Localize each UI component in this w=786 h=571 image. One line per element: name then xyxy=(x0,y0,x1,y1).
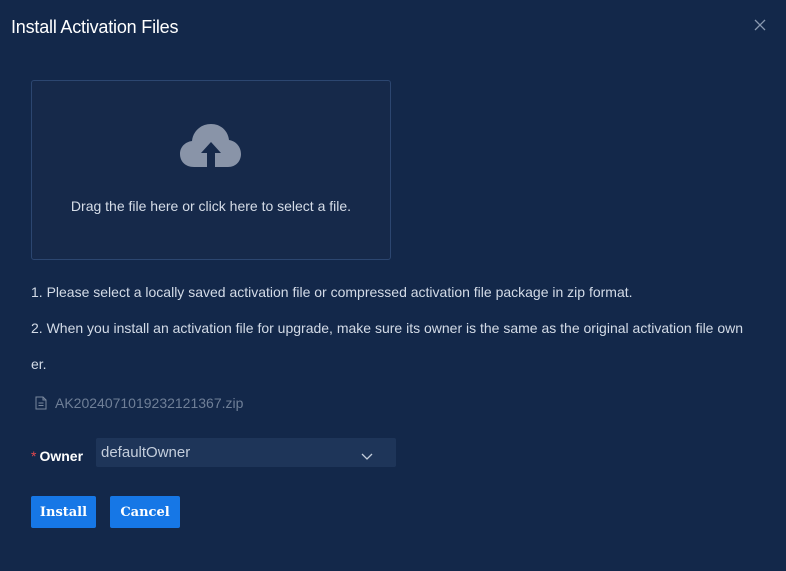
owner-label: * Owner xyxy=(31,448,83,464)
dialog-title: Install Activation Files xyxy=(11,17,179,37)
instruction-line-2: 2. When you install an activation file f… xyxy=(31,320,744,336)
file-name: AK2024071019232121367.zip xyxy=(55,395,244,411)
owner-label-text: Owner xyxy=(39,448,84,464)
dropzone-prompt: Drag the file here or click here to sele… xyxy=(70,198,352,214)
install-button[interactable]: Install xyxy=(31,496,96,528)
close-icon[interactable] xyxy=(752,17,768,33)
instruction-line-2-continued: er. xyxy=(31,356,47,372)
selected-file[interactable]: AK2024071019232121367.zip xyxy=(35,395,243,411)
owner-select[interactable]: defaultOwner xyxy=(96,438,396,467)
chevron-down-icon xyxy=(360,448,374,460)
instruction-line-1: 1. Please select a locally saved activat… xyxy=(31,284,633,300)
upload-cloud-icon xyxy=(180,123,242,171)
file-dropzone[interactable]: Drag the file here or click here to sele… xyxy=(31,80,391,260)
cancel-button[interactable]: Cancel xyxy=(110,496,180,528)
owner-select-value: defaultOwner xyxy=(101,444,191,461)
required-mark: * xyxy=(31,448,37,464)
document-icon xyxy=(35,396,47,410)
